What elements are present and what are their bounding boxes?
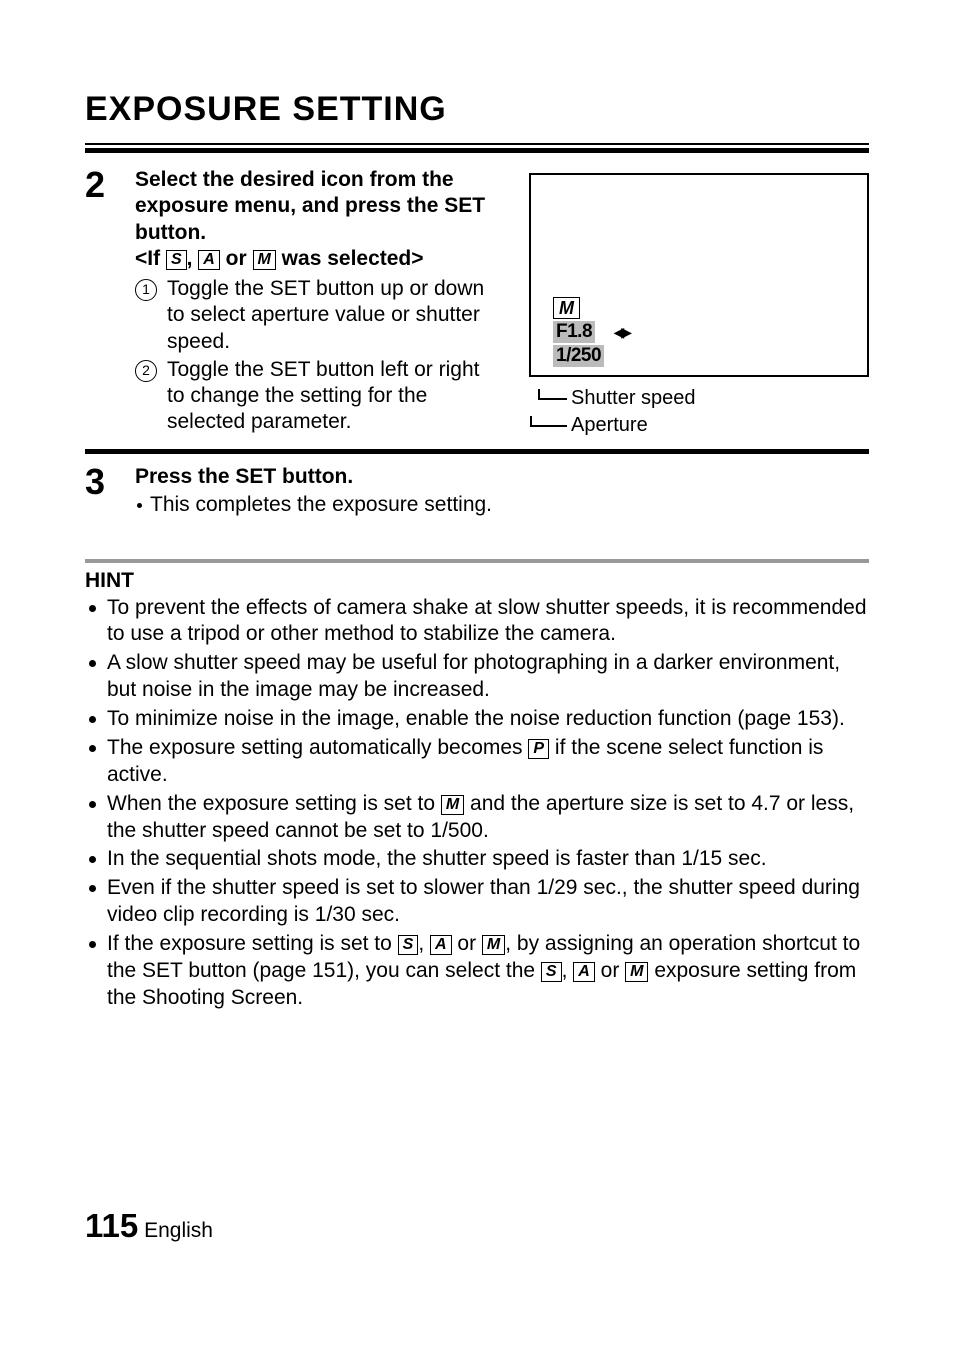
callout-line-icon — [529, 389, 571, 409]
step-3: 3 Press the SET button. This completes t… — [85, 464, 869, 519]
mode-s-icon: S — [398, 935, 419, 955]
mode-a-icon: A — [198, 250, 220, 270]
mode-m-icon: M — [482, 935, 505, 955]
callout-shutter: Shutter speed — [529, 387, 869, 410]
mode-m-icon: M — [625, 962, 648, 982]
left-right-arrows-icon: ◀▶ — [613, 324, 629, 341]
page-language: English — [144, 1219, 213, 1242]
page-footer: 115 English — [85, 1207, 213, 1245]
step-2-sub2: 2 Toggle the SET button left or right to… — [135, 357, 499, 436]
hint-item: If the exposure setting is set to S, A o… — [85, 931, 869, 1012]
step-2: 2 Select the desired icon from the expos… — [85, 167, 499, 436]
diagram-mode-icon: M — [553, 297, 580, 319]
step-3-instruction: Press the SET button. — [135, 464, 869, 490]
step-2-sub1: 1 Toggle the SET button up or down to se… — [135, 276, 499, 355]
rule-thick — [85, 148, 869, 153]
circled-2-icon: 2 — [135, 360, 157, 382]
hint-list: To prevent the effects of camera shake a… — [85, 595, 869, 1012]
diagram-aperture-value: F1.8 — [553, 321, 595, 343]
rule-thin — [85, 143, 869, 145]
mode-s-icon: S — [541, 962, 562, 982]
mode-m-icon: M — [441, 795, 464, 815]
bullet-dot-icon — [137, 503, 142, 508]
rule-thick — [85, 449, 869, 454]
mode-m-icon: M — [253, 250, 276, 270]
page-title: EXPOSURE SETTING — [85, 90, 869, 129]
lcd-diagram: M F1.8 ◀▶ 1/250 Shutter speed Aperture — [529, 167, 869, 437]
diagram-shutter-value: 1/250 — [553, 345, 604, 367]
hint-item: To minimize noise in the image, enable t… — [85, 706, 869, 733]
mode-s-icon: S — [166, 250, 187, 270]
hint-item: A slow shutter speed may be useful for p… — [85, 650, 869, 704]
circled-1-icon: 1 — [135, 279, 157, 301]
hint-item: Even if the shutter speed is set to slow… — [85, 875, 869, 929]
hint-item: The exposure setting automatically becom… — [85, 735, 869, 789]
callout-line-icon — [529, 416, 571, 436]
callout-aperture: Aperture — [529, 414, 869, 437]
mode-p-icon: P — [528, 739, 549, 759]
step-3-number: 3 — [85, 464, 113, 500]
mode-a-icon: A — [430, 935, 452, 955]
mode-a-icon: A — [573, 962, 595, 982]
hint-item: To prevent the effects of camera shake a… — [85, 595, 869, 649]
step-2-condition: <If S, A or M was selected> — [135, 246, 499, 272]
hint-heading: HINT — [85, 569, 869, 593]
page-number: 115 — [85, 1207, 138, 1244]
step-3-bullet: This completes the exposure setting. — [135, 492, 869, 518]
hint-item: When the exposure setting is set to M an… — [85, 791, 869, 845]
hint-rule — [85, 559, 869, 563]
step-2-instruction: Select the desired icon from the exposur… — [135, 167, 499, 246]
hint-item: In the sequential shots mode, the shutte… — [85, 846, 869, 873]
step-2-number: 2 — [85, 167, 113, 203]
